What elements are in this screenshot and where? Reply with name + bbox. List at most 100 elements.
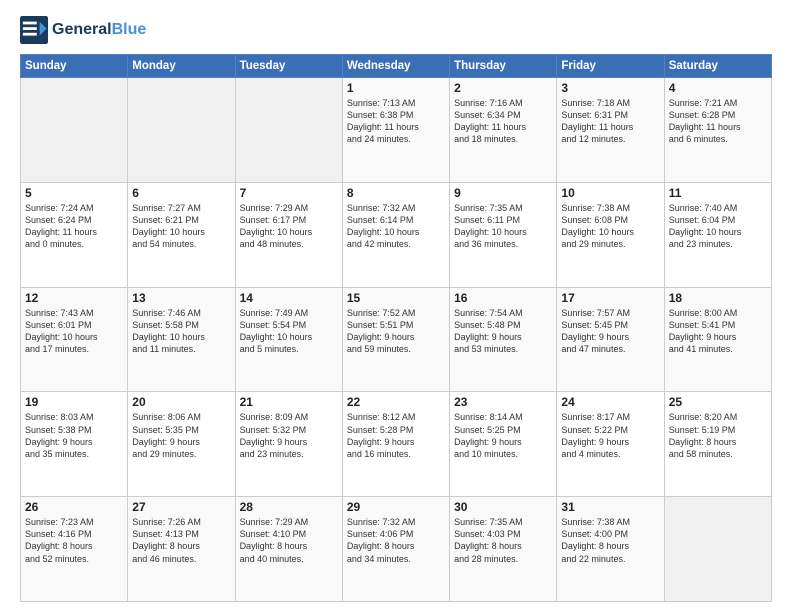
day-number: 7 xyxy=(240,186,338,200)
week-row-2: 5 Sunrise: 7:24 AM Sunset: 6:24 PM Daylig… xyxy=(21,182,772,287)
cal-cell: 19 Sunrise: 8:03 AM Sunset: 5:38 PM Dayli… xyxy=(21,392,128,497)
cal-cell: 4 Sunrise: 7:21 AM Sunset: 6:28 PM Daylig… xyxy=(664,78,771,183)
cal-cell: 20 Sunrise: 8:06 AM Sunset: 5:35 PM Dayli… xyxy=(128,392,235,497)
cal-cell: 21Sunrise: 8:09 AM Sunset: 5:32 PM Dayli… xyxy=(235,392,342,497)
day-info: Sunrise: 7:43 AM Sunset: 6:01 PM Dayligh… xyxy=(25,307,123,356)
day-info: Sunrise: 7:29 AM Sunset: 4:10 PM Dayligh… xyxy=(240,516,338,565)
cal-cell: 30 Sunrise: 7:35 AM Sunset: 4:03 PM Dayli… xyxy=(450,497,557,602)
day-info: Sunrise: 7:35 AM Sunset: 6:11 PM Dayligh… xyxy=(454,202,552,251)
day-number: 20 xyxy=(132,395,230,409)
day-info: Sunrise: 7:18 AM Sunset: 6:31 PM Dayligh… xyxy=(561,97,659,146)
day-number: 15 xyxy=(347,291,445,305)
cal-cell: 1 Sunrise: 7:13 AM Sunset: 6:38 PM Daylig… xyxy=(342,78,449,183)
day-number: 30 xyxy=(454,500,552,514)
day-number: 31 xyxy=(561,500,659,514)
day-info: Sunrise: 8:00 AM Sunset: 5:41 PM Dayligh… xyxy=(669,307,767,356)
day-number: 28 xyxy=(240,500,338,514)
day-number: 27 xyxy=(132,500,230,514)
day-info: Sunrise: 7:26 AM Sunset: 4:13 PM Dayligh… xyxy=(132,516,230,565)
weekday-header-wednesday: Wednesday xyxy=(342,55,449,78)
weekday-header-sunday: Sunday xyxy=(21,55,128,78)
day-number: 22 xyxy=(347,395,445,409)
day-info: Sunrise: 7:29 AM Sunset: 6:17 PM Dayligh… xyxy=(240,202,338,251)
day-number: 10 xyxy=(561,186,659,200)
day-number: 2 xyxy=(454,81,552,95)
day-info: Sunrise: 8:06 AM Sunset: 5:35 PM Dayligh… xyxy=(132,411,230,460)
cal-cell: 13 Sunrise: 7:46 AM Sunset: 5:58 PM Dayli… xyxy=(128,287,235,392)
day-info: Sunrise: 8:09 AM Sunset: 5:32 PM Dayligh… xyxy=(240,411,338,460)
day-number: 12 xyxy=(25,291,123,305)
day-number: 26 xyxy=(25,500,123,514)
cal-cell: 11Sunrise: 7:40 AM Sunset: 6:04 PM Dayli… xyxy=(664,182,771,287)
week-row-1: 1 Sunrise: 7:13 AM Sunset: 6:38 PM Daylig… xyxy=(21,78,772,183)
cal-cell: 29 Sunrise: 7:32 AM Sunset: 4:06 PM Dayli… xyxy=(342,497,449,602)
cal-cell: 12 Sunrise: 7:43 AM Sunset: 6:01 PM Dayli… xyxy=(21,287,128,392)
day-info: Sunrise: 7:13 AM Sunset: 6:38 PM Dayligh… xyxy=(347,97,445,146)
day-info: Sunrise: 7:32 AM Sunset: 4:06 PM Dayligh… xyxy=(347,516,445,565)
day-info: Sunrise: 7:24 AM Sunset: 6:24 PM Dayligh… xyxy=(25,202,123,251)
cal-cell xyxy=(128,78,235,183)
cal-cell: 23Sunrise: 8:14 AM Sunset: 5:25 PM Dayli… xyxy=(450,392,557,497)
cal-cell: 14 Sunrise: 7:49 AM Sunset: 5:54 PM Dayli… xyxy=(235,287,342,392)
cal-cell xyxy=(235,78,342,183)
day-number: 25 xyxy=(669,395,767,409)
day-info: Sunrise: 8:12 AM Sunset: 5:28 PM Dayligh… xyxy=(347,411,445,460)
weekday-header-thursday: Thursday xyxy=(450,55,557,78)
day-info: Sunrise: 7:35 AM Sunset: 4:03 PM Dayligh… xyxy=(454,516,552,565)
cal-cell: 2 Sunrise: 7:16 AM Sunset: 6:34 PM Daylig… xyxy=(450,78,557,183)
day-number: 8 xyxy=(347,186,445,200)
weekday-header-row: SundayMondayTuesdayWednesdayThursdayFrid… xyxy=(21,55,772,78)
day-info: Sunrise: 8:20 AM Sunset: 5:19 PM Dayligh… xyxy=(669,411,767,460)
cal-cell: 26Sunrise: 7:23 AM Sunset: 4:16 PM Dayli… xyxy=(21,497,128,602)
cal-cell xyxy=(21,78,128,183)
day-info: Sunrise: 7:38 AM Sunset: 4:00 PM Dayligh… xyxy=(561,516,659,565)
cal-cell: 8Sunrise: 7:32 AM Sunset: 6:14 PM Daylig… xyxy=(342,182,449,287)
day-info: Sunrise: 7:46 AM Sunset: 5:58 PM Dayligh… xyxy=(132,307,230,356)
page: GeneralBlue SundayMondayTuesdayWednesday… xyxy=(0,0,792,612)
cal-cell: 5 Sunrise: 7:24 AM Sunset: 6:24 PM Daylig… xyxy=(21,182,128,287)
day-info: Sunrise: 8:03 AM Sunset: 5:38 PM Dayligh… xyxy=(25,411,123,460)
weekday-header-saturday: Saturday xyxy=(664,55,771,78)
day-number: 29 xyxy=(347,500,445,514)
cal-cell: 18 Sunrise: 8:00 AM Sunset: 5:41 PM Dayli… xyxy=(664,287,771,392)
day-number: 23 xyxy=(454,395,552,409)
day-number: 19 xyxy=(25,395,123,409)
cal-cell: 28 Sunrise: 7:29 AM Sunset: 4:10 PM Dayli… xyxy=(235,497,342,602)
logo-text: GeneralBlue xyxy=(52,21,146,39)
week-row-5: 26Sunrise: 7:23 AM Sunset: 4:16 PM Dayli… xyxy=(21,497,772,602)
cal-cell: 27 Sunrise: 7:26 AM Sunset: 4:13 PM Dayli… xyxy=(128,497,235,602)
cal-cell: 3 Sunrise: 7:18 AM Sunset: 6:31 PM Daylig… xyxy=(557,78,664,183)
day-number: 14 xyxy=(240,291,338,305)
week-row-3: 12 Sunrise: 7:43 AM Sunset: 6:01 PM Dayli… xyxy=(21,287,772,392)
day-info: Sunrise: 7:21 AM Sunset: 6:28 PM Dayligh… xyxy=(669,97,767,146)
cal-cell: 16 Sunrise: 7:54 AM Sunset: 5:48 PM Dayli… xyxy=(450,287,557,392)
day-info: Sunrise: 7:57 AM Sunset: 5:45 PM Dayligh… xyxy=(561,307,659,356)
day-number: 5 xyxy=(25,186,123,200)
day-info: Sunrise: 7:52 AM Sunset: 5:51 PM Dayligh… xyxy=(347,307,445,356)
cal-cell: 15 Sunrise: 7:52 AM Sunset: 5:51 PM Dayli… xyxy=(342,287,449,392)
header: GeneralBlue xyxy=(20,16,772,44)
day-number: 3 xyxy=(561,81,659,95)
calendar: SundayMondayTuesdayWednesdayThursdayFrid… xyxy=(20,54,772,602)
day-info: Sunrise: 7:16 AM Sunset: 6:34 PM Dayligh… xyxy=(454,97,552,146)
day-info: Sunrise: 7:49 AM Sunset: 5:54 PM Dayligh… xyxy=(240,307,338,356)
cal-cell: 17 Sunrise: 7:57 AM Sunset: 5:45 PM Dayli… xyxy=(557,287,664,392)
cal-cell: 31 Sunrise: 7:38 AM Sunset: 4:00 PM Dayli… xyxy=(557,497,664,602)
weekday-header-friday: Friday xyxy=(557,55,664,78)
day-info: Sunrise: 7:27 AM Sunset: 6:21 PM Dayligh… xyxy=(132,202,230,251)
logo: GeneralBlue xyxy=(20,16,146,44)
day-info: Sunrise: 8:17 AM Sunset: 5:22 PM Dayligh… xyxy=(561,411,659,460)
day-number: 4 xyxy=(669,81,767,95)
day-info: Sunrise: 7:54 AM Sunset: 5:48 PM Dayligh… xyxy=(454,307,552,356)
week-row-4: 19 Sunrise: 8:03 AM Sunset: 5:38 PM Dayli… xyxy=(21,392,772,497)
day-number: 1 xyxy=(347,81,445,95)
day-number: 9 xyxy=(454,186,552,200)
day-number: 13 xyxy=(132,291,230,305)
cal-cell: 22 Sunrise: 8:12 AM Sunset: 5:28 PM Dayli… xyxy=(342,392,449,497)
cal-cell: 6Sunrise: 7:27 AM Sunset: 6:21 PM Daylig… xyxy=(128,182,235,287)
day-number: 17 xyxy=(561,291,659,305)
day-number: 11 xyxy=(669,186,767,200)
cal-cell: 9 Sunrise: 7:35 AM Sunset: 6:11 PM Daylig… xyxy=(450,182,557,287)
day-number: 18 xyxy=(669,291,767,305)
day-number: 16 xyxy=(454,291,552,305)
